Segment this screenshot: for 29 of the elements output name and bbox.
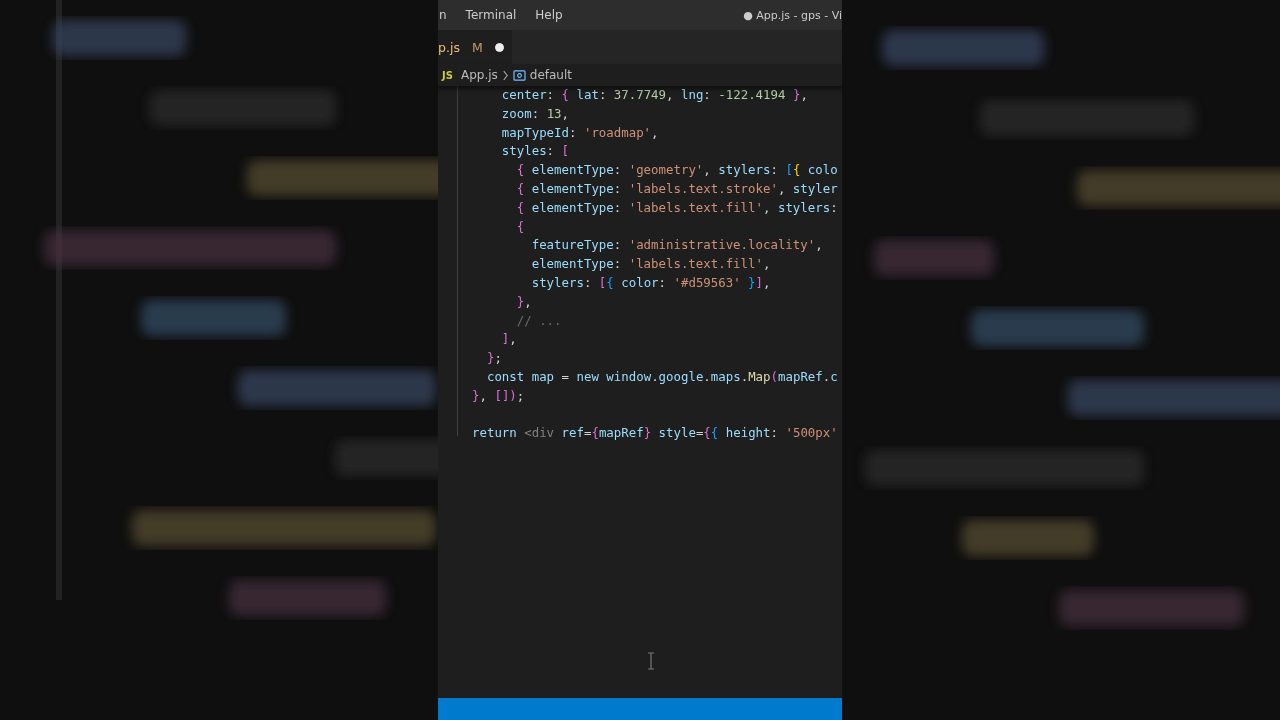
- variable-symbol-icon: [512, 69, 526, 81]
- code-line: styles: [: [500, 142, 570, 161]
- chevron-icon: [501, 69, 509, 81]
- menu-item[interactable]: n: [439, 8, 456, 22]
- code-line: center: { lat: 37.7749, lng: -122.4194 },: [500, 86, 809, 104]
- breadcrumb-item[interactable]: default: [529, 68, 572, 82]
- code-line: zoom: 13,: [500, 104, 570, 123]
- text-cursor-icon: [647, 652, 655, 670]
- code-line: // ...: [515, 311, 563, 330]
- code-line: };: [485, 349, 503, 368]
- code-line: featureType: 'administrative.locality',: [530, 236, 824, 255]
- breadcrumb-item[interactable]: App.js: [460, 68, 498, 82]
- menu-item[interactable]: Help: [526, 8, 572, 22]
- code-line: ],: [500, 330, 518, 349]
- window-title: ● App.js - gps - Vi: [743, 8, 842, 22]
- code-line: { elementType: 'labels.text.stroke', styler: [515, 180, 839, 198]
- code-line: }, []);: [472, 386, 526, 405]
- file-type-label: JS: [442, 69, 453, 81]
- menu-item[interactable]: Terminal: [456, 8, 526, 22]
- editor-tab[interactable]: p.js M: [438, 30, 512, 64]
- code-line: stylers: [{ color: '#d59563' }],: [530, 273, 772, 292]
- code-line: },: [515, 292, 533, 311]
- code-line: elementType: 'labels.text.fill',: [530, 255, 772, 274]
- code-line: const map = new window.google.maps.Map(mapRef.c: [485, 367, 839, 386]
- code-line: { elementType: 'labels.text.fill', stylers:: [515, 198, 839, 217]
- code-line: return <div ref={mapRef} style={{ height: '500px': [472, 424, 839, 443]
- code-line: { elementType: 'geometry', stylers: [{ colo: [515, 161, 839, 180]
- code-line: {: [515, 217, 526, 236]
- code-line: mapTypeId: 'roadmap',: [500, 123, 660, 142]
